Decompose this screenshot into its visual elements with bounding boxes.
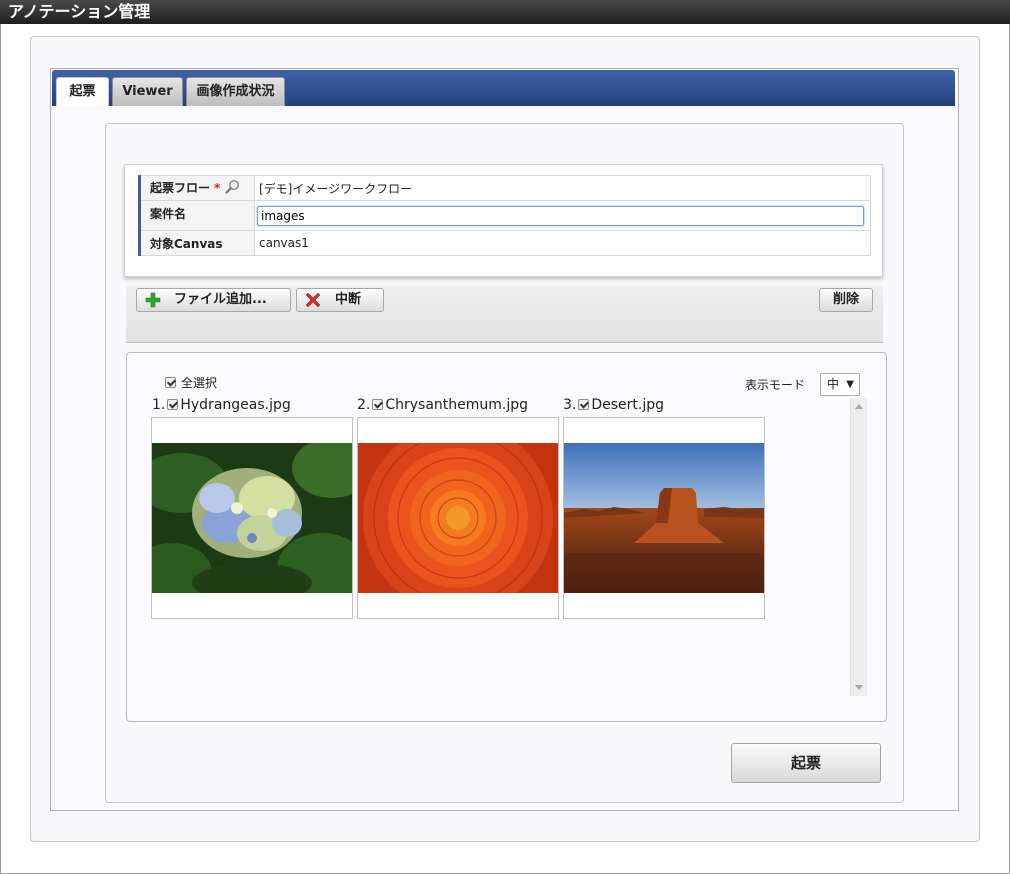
form-box: 起票フロー* [デモ]イメージワークフロー 案件名 対象Canvas canva…: [124, 164, 883, 277]
select-all-label: 全選択: [181, 376, 218, 390]
file-item-label: 1. Hydrangeas.jpg: [152, 396, 291, 414]
flow-label: 起票フロー: [150, 180, 211, 195]
tab-image-status[interactable]: 画像作成状況: [186, 77, 285, 106]
canvas-label-cell: 対象Canvas: [138, 230, 255, 256]
file-thumbnail[interactable]: [563, 417, 765, 619]
scroll-down-icon[interactable]: [855, 685, 863, 690]
required-mark: *: [214, 180, 221, 195]
window-title: アノテーション管理: [0, 0, 1010, 24]
tab-bar: 起票 Viewer 画像作成状況: [52, 70, 955, 106]
hydrangea-image: [152, 443, 352, 593]
file-name: Chrysanthemum.jpg: [385, 397, 529, 413]
canvas-label: 対象Canvas: [150, 236, 223, 251]
search-icon[interactable]: [225, 179, 240, 197]
file-item-label: 2. Chrysanthemum.jpg: [357, 396, 528, 414]
delete-button[interactable]: 削除: [819, 288, 873, 312]
subject-input[interactable]: [257, 205, 864, 226]
file-item-label: 3. Desert.jpg: [563, 396, 664, 414]
close-icon: [305, 292, 321, 316]
form-table: 起票フロー* [デモ]イメージワークフロー 案件名 対象Canvas canva…: [138, 175, 871, 256]
file-index: 1.: [152, 397, 166, 413]
tab-kihyo[interactable]: 起票: [56, 77, 109, 106]
file-name: Desert.jpg: [591, 397, 665, 413]
canvas-value: canvas1: [259, 236, 309, 250]
submit-button[interactable]: 起票: [731, 743, 881, 783]
plus-icon: [145, 292, 161, 316]
file-index: 2.: [357, 397, 371, 413]
select-all[interactable]: 全選択: [165, 374, 217, 391]
dropdown-arrow-icon: ▼: [846, 379, 854, 390]
upload-toolbar: ファイル追加... 中断 削除: [126, 286, 883, 343]
file-list-scrollbar[interactable]: [850, 398, 867, 696]
select-all-checkbox[interactable]: [165, 377, 176, 388]
chrysanthemum-image: [358, 443, 558, 593]
display-mode-select[interactable]: 中 ▼: [820, 373, 860, 396]
file-checkbox[interactable]: [578, 399, 590, 410]
display-mode-label: 表示モード: [745, 378, 806, 392]
display-mode-value: 中: [827, 377, 840, 391]
abort-button[interactable]: 中断: [296, 288, 384, 312]
flow-value: [デモ]イメージワークフロー: [259, 181, 413, 196]
abort-label: 中断: [335, 292, 362, 307]
add-file-button[interactable]: ファイル追加...: [136, 288, 291, 312]
subject-label: 案件名: [150, 207, 187, 221]
file-checkbox[interactable]: [372, 399, 384, 410]
file-checkbox[interactable]: [167, 399, 179, 410]
scroll-up-icon[interactable]: [855, 404, 863, 409]
tab-viewer[interactable]: Viewer: [112, 77, 183, 106]
file-name: Hydrangeas.jpg: [180, 397, 291, 413]
file-thumbnail[interactable]: [151, 417, 353, 619]
file-index: 3.: [563, 397, 577, 413]
desert-image: [564, 443, 764, 593]
add-file-label: ファイル追加...: [174, 292, 267, 307]
flow-label-cell: 起票フロー *: [138, 175, 255, 201]
file-thumbnail[interactable]: [357, 417, 559, 619]
subject-label-cell: 案件名: [138, 200, 255, 231]
